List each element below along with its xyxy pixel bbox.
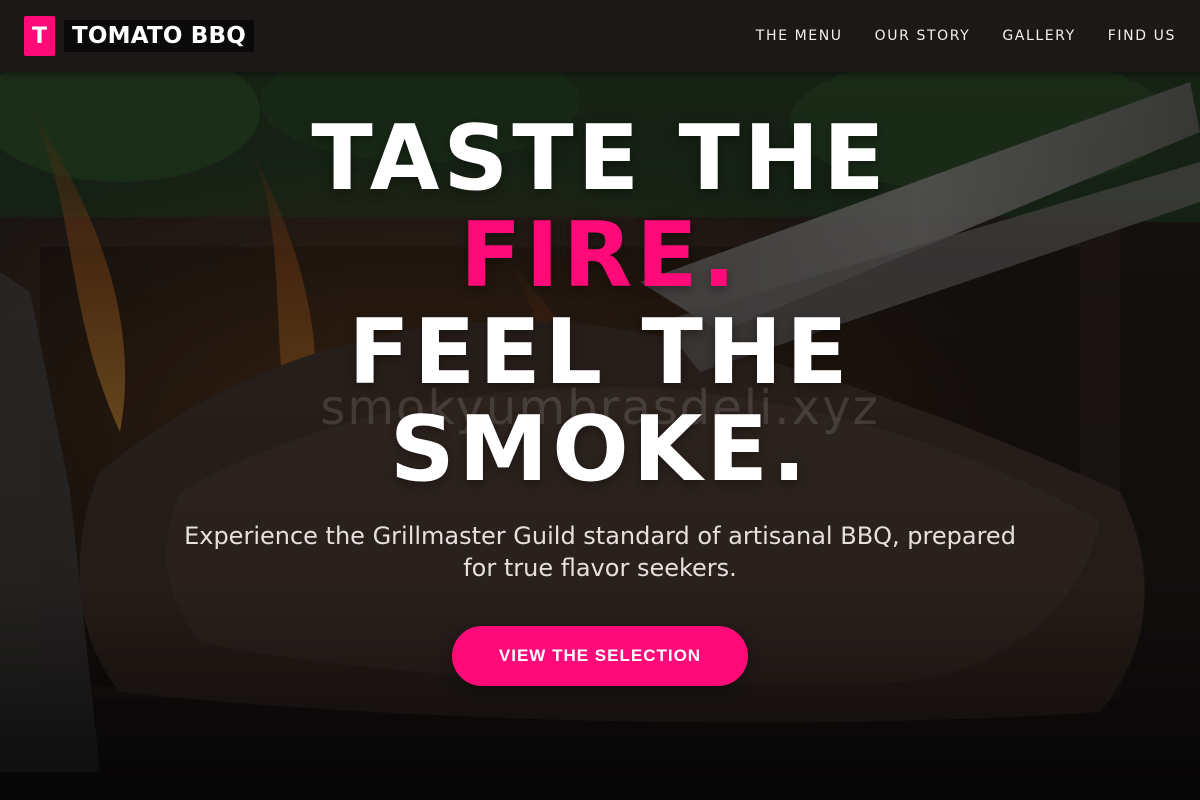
page: T TOMATO BBQ THE MENU OUR STORY GALLERY … <box>0 0 1200 800</box>
brand-logo-icon[interactable]: T <box>24 16 55 56</box>
nav-link-our-story[interactable]: OUR STORY <box>875 28 971 44</box>
hero-subtitle: Experience the Grillmaster Guild standar… <box>184 522 1016 582</box>
nav-links: THE MENU OUR STORY GALLERY FIND US <box>724 0 1176 72</box>
hero-headline: TASTE THE FIRE. FEEL THE SMOKE. <box>0 110 1200 498</box>
nav-link-gallery[interactable]: GALLERY <box>1002 28 1075 44</box>
nav-link-find-us[interactable]: FIND US <box>1108 28 1176 44</box>
hero-section: smokyumbrasdeli.xyz TASTE THE FIRE. FEEL… <box>0 72 1200 800</box>
view-selection-button[interactable]: VIEW THE SELECTION <box>452 626 748 686</box>
headline-line-4: SMOKE. <box>389 397 811 502</box>
headline-accent: FIRE. <box>460 203 740 308</box>
brand[interactable]: T TOMATO BBQ <box>24 16 255 56</box>
navbar: T TOMATO BBQ THE MENU OUR STORY GALLERY … <box>0 0 1200 72</box>
brand-name[interactable]: TOMATO BBQ <box>64 20 255 52</box>
headline-line-1: TASTE THE <box>311 106 889 211</box>
nav-link-the-menu[interactable]: THE MENU <box>756 28 843 44</box>
headline-line-3: FEEL THE <box>348 300 852 405</box>
